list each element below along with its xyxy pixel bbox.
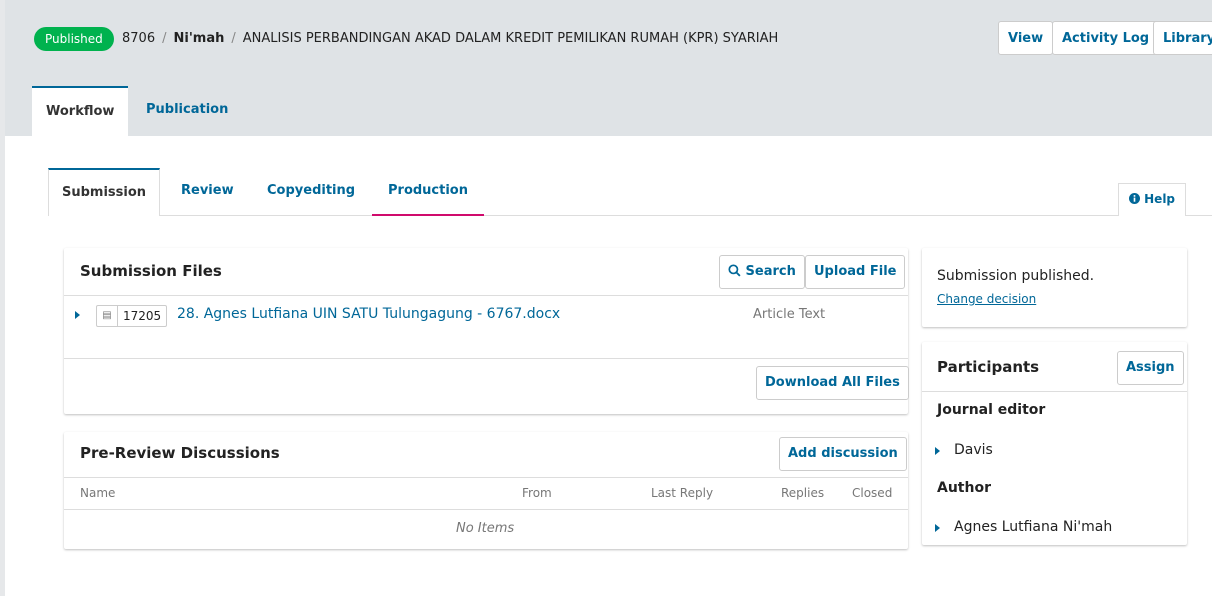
expand-participant-icon[interactable] bbox=[935, 447, 940, 455]
column-from: From bbox=[522, 486, 552, 500]
add-discussion-button[interactable]: Add discussion bbox=[779, 437, 907, 471]
discussions-title: Pre-Review Discussions bbox=[80, 444, 280, 462]
column-closed: Closed bbox=[852, 486, 893, 500]
file-type: Article Text bbox=[753, 307, 826, 322]
empty-list-message: No Items bbox=[456, 521, 515, 536]
column-replies: Replies bbox=[781, 486, 825, 500]
tab-copyediting[interactable]: Copyediting bbox=[267, 168, 355, 216]
help-button[interactable]: Help bbox=[1118, 183, 1186, 216]
change-decision-link[interactable]: Change decision bbox=[937, 292, 1036, 306]
breadcrumb-separator: / bbox=[231, 31, 236, 46]
tab-production[interactable]: Production bbox=[372, 168, 484, 216]
breadcrumb-separator: / bbox=[162, 31, 167, 46]
activity-log-button[interactable]: Activity Log bbox=[1052, 21, 1160, 55]
tab-review[interactable]: Review bbox=[181, 168, 234, 216]
submission-title: ANALISIS PERBANDINGAN AKAD DALAM KREDIT … bbox=[242, 31, 779, 46]
panel-divider bbox=[922, 391, 1187, 392]
search-button[interactable]: Search bbox=[719, 255, 805, 289]
decision-panel bbox=[922, 248, 1187, 327]
tab-workflow[interactable]: Workflow bbox=[32, 86, 129, 136]
expand-participant-icon[interactable] bbox=[935, 524, 940, 532]
participants-title: Participants bbox=[937, 358, 1040, 376]
panel-divider bbox=[64, 477, 908, 478]
file-id: 17205 bbox=[123, 309, 162, 323]
panel-divider bbox=[64, 295, 908, 296]
column-last-reply: Last Reply bbox=[651, 486, 714, 500]
info-circle-icon bbox=[1128, 193, 1140, 204]
download-all-files-button[interactable]: Download All Files bbox=[756, 366, 909, 400]
role-journal-editor: Journal editor bbox=[937, 402, 1046, 418]
submission-files-title: Submission Files bbox=[80, 262, 222, 280]
expand-row-icon[interactable] bbox=[75, 311, 80, 319]
panel-divider bbox=[64, 509, 908, 510]
submission-id: 8706 bbox=[122, 31, 156, 46]
upload-file-button[interactable]: Upload File bbox=[805, 255, 906, 289]
column-name: Name bbox=[80, 486, 116, 500]
tab-publication[interactable]: Publication bbox=[146, 86, 228, 136]
search-icon bbox=[728, 264, 741, 277]
library-button[interactable]: Library bbox=[1153, 21, 1212, 55]
status-badge: Published bbox=[34, 27, 114, 51]
document-icon: ▤ bbox=[97, 306, 118, 326]
participant-name[interactable]: Davis bbox=[954, 442, 993, 458]
panel-divider bbox=[64, 358, 908, 359]
search-label: Search bbox=[745, 264, 796, 279]
file-id-badge: ▤ 17205 bbox=[96, 305, 168, 327]
decision-status: Submission published. bbox=[937, 268, 1095, 284]
help-label: Help bbox=[1144, 192, 1176, 206]
role-author: Author bbox=[937, 480, 991, 496]
breadcrumb-author: Ni'mah bbox=[173, 31, 225, 46]
view-button[interactable]: View bbox=[998, 21, 1054, 55]
participant-name[interactable]: Agnes Lutfiana Ni'mah bbox=[954, 519, 1112, 535]
tab-submission[interactable]: Submission bbox=[48, 168, 160, 216]
assign-button[interactable]: Assign bbox=[1117, 351, 1184, 385]
file-name-link[interactable]: 28. Agnes Lutfiana UIN SATU Tulungagung … bbox=[177, 306, 560, 322]
breadcrumb: 8706 / Ni'mah / ANALISIS PERBANDINGAN AKAD D… bbox=[122, 28, 778, 50]
